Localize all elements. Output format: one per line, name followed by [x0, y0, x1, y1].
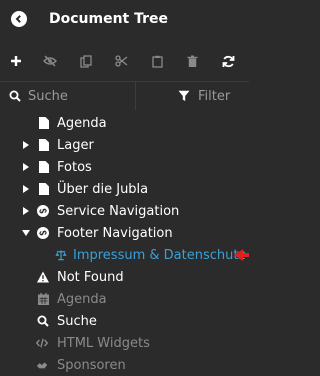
filter-icon — [178, 90, 190, 102]
panel-title: Document Tree — [49, 10, 169, 27]
tree-item-label: Agenda — [57, 115, 107, 131]
chevron-down-icon[interactable] — [22, 229, 30, 237]
search-icon — [9, 90, 21, 102]
back-icon[interactable] — [11, 10, 27, 27]
tree-item-label: Footer Navigation — [57, 225, 173, 241]
chevron-right-icon[interactable] — [22, 163, 30, 171]
document-icon — [38, 117, 50, 129]
selection-marker-icon — [234, 249, 249, 261]
sponsor-icon — [36, 359, 48, 371]
tree-item-not-found[interactable]: Not Found — [0, 266, 249, 288]
document-icon — [38, 139, 50, 151]
warning-icon — [37, 271, 49, 283]
filter-label: Filter — [198, 88, 231, 104]
tree-item-agenda[interactable]: Agenda — [0, 112, 249, 134]
panel-header: Document Tree — [0, 0, 249, 37]
chevron-right-icon[interactable] — [22, 185, 30, 193]
scale-icon — [55, 249, 67, 261]
search-bar: Filter — [0, 82, 249, 110]
document-icon — [38, 183, 50, 195]
tree-item-label: Not Found — [57, 269, 124, 285]
tree-item-fotos[interactable]: Fotos — [0, 156, 249, 178]
link-icon — [37, 227, 49, 239]
code-icon — [36, 337, 48, 349]
refresh-icon[interactable] — [216, 41, 240, 81]
tree-item-agenda-hidden[interactable]: Agenda — [0, 288, 249, 310]
tree-item-ueber-die-jubla[interactable]: Über die Jubla — [0, 178, 249, 200]
link-icon — [37, 205, 49, 217]
tree-item-lager[interactable]: Lager — [0, 134, 249, 156]
tree-item-suche[interactable]: Suche — [0, 310, 249, 332]
tree-item-label: Agenda — [57, 291, 107, 307]
tree-item-sponsoren[interactable]: Sponsoren — [0, 354, 249, 376]
toolbar — [0, 41, 249, 82]
search-icon — [37, 315, 49, 327]
copy-icon[interactable] — [74, 41, 98, 81]
tree-item-label: Fotos — [57, 159, 92, 175]
tree-item-html-widgets[interactable]: HTML Widgets — [0, 332, 249, 354]
tree-item-impressum-datenschutz[interactable]: Impressum & Datenschutz — [0, 244, 249, 266]
tree-item-service-navigation[interactable]: Service Navigation — [0, 200, 249, 222]
tree-item-label: Service Navigation — [57, 203, 180, 219]
search-input[interactable] — [28, 88, 128, 104]
add-icon[interactable] — [4, 41, 28, 81]
chevron-right-icon[interactable] — [22, 141, 30, 149]
tree-item-label: Sponsoren — [57, 357, 126, 373]
paste-icon[interactable] — [145, 41, 169, 81]
tree-item-label: HTML Widgets — [57, 335, 150, 351]
hide-icon[interactable] — [38, 41, 62, 81]
calendar-icon — [37, 293, 49, 305]
tree-item-label: Über die Jubla — [57, 181, 149, 197]
cut-icon[interactable] — [109, 41, 133, 81]
document-icon — [38, 161, 50, 173]
tree-item-label: Lager — [57, 137, 94, 153]
search-field — [0, 82, 136, 110]
tree-item-label: Impressum & Datenschutz — [73, 247, 246, 263]
filter-button[interactable]: Filter — [136, 82, 249, 110]
delete-icon[interactable] — [180, 41, 204, 81]
tree-item-footer-navigation[interactable]: Footer Navigation — [0, 222, 249, 244]
tree-item-label: Suche — [57, 313, 97, 329]
chevron-right-icon[interactable] — [22, 207, 30, 215]
